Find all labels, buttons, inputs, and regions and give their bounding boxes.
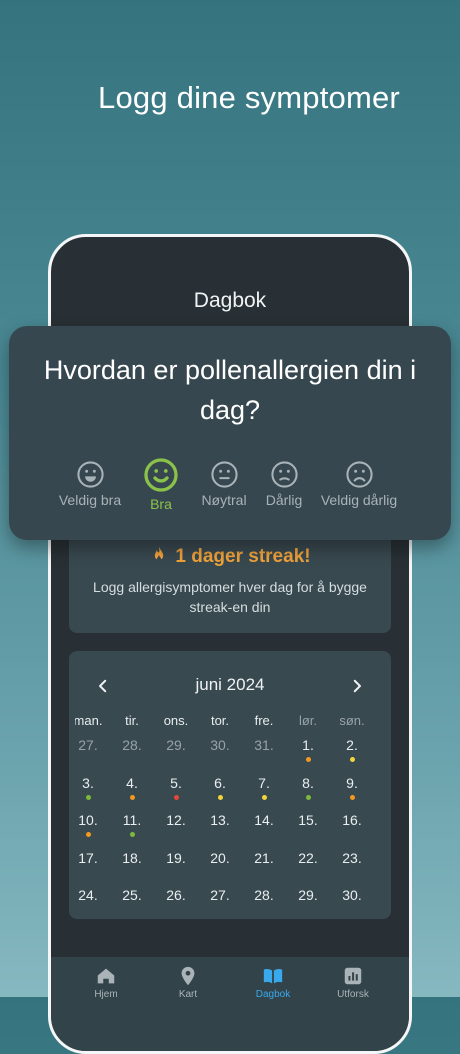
calendar-day[interactable]: 7.	[242, 775, 286, 800]
tab-kart[interactable]: Kart	[153, 965, 223, 1000]
calendar-day[interactable]: 6.	[198, 775, 242, 800]
streak-title: 1 dager streak!	[69, 545, 391, 568]
tab-label: Utforsk	[337, 989, 369, 1000]
calendar-day[interactable]: 4.	[110, 775, 154, 800]
symptom-dot	[85, 794, 91, 800]
weekday-label: tor.	[210, 713, 230, 727]
calendar-day[interactable]: 31.	[242, 737, 286, 753]
calendar-day[interactable]: 27.	[66, 737, 110, 753]
calendar-day[interactable]: 9.	[330, 775, 374, 800]
calendar-day[interactable]: 23.	[330, 850, 374, 866]
chart-icon	[318, 965, 388, 987]
weekday-label: ons.	[163, 713, 189, 727]
calendar-day[interactable]: 2.	[330, 737, 374, 762]
streak-card: 1 dager streak! Logg allergisymptomer hv…	[69, 527, 391, 633]
calendar-day[interactable]: 28.	[242, 887, 286, 903]
calendar-day[interactable]: 22.	[286, 850, 330, 866]
calendar-day[interactable]: 26.	[154, 887, 198, 903]
map-pin-icon	[153, 965, 223, 987]
tab-label: Hjem	[94, 989, 118, 1000]
calendar-day[interactable]: 3.	[66, 775, 110, 800]
flame-icon	[155, 546, 164, 562]
calendar-day[interactable]: 12.	[154, 812, 198, 828]
headline: Logg dine symptomer	[98, 80, 400, 115]
symptom-dot	[217, 794, 223, 800]
symptom-dot	[129, 794, 135, 800]
symptom-dot	[305, 794, 311, 800]
calendar-day[interactable]: 27.	[198, 887, 242, 903]
very-sad-face-icon	[309, 460, 409, 489]
mood-option[interactable]: Veldig dårlig	[309, 460, 409, 508]
calendar-day[interactable]: 8.	[286, 775, 330, 800]
symptom-dot	[261, 794, 267, 800]
mood-prompt-card: Hvordan er pollenallergien din i dag? Ve…	[9, 326, 451, 540]
calendar-day[interactable]: 20.	[198, 850, 242, 866]
weekday-label: tir.	[125, 713, 139, 727]
symptom-dot	[349, 757, 355, 762]
tab-utforsk[interactable]: Utforsk	[318, 965, 388, 1000]
calendar-day[interactable]: 17.	[66, 850, 110, 866]
tab-hjem[interactable]: Hjem	[71, 965, 141, 1000]
symptom-dot	[173, 794, 179, 800]
calendar-month: juni 2024	[195, 675, 265, 694]
calendar-day[interactable]: 19.	[154, 850, 198, 866]
calendar-day[interactable]: 29.	[286, 887, 330, 903]
weekday-label: man.	[75, 713, 103, 727]
calendar-day[interactable]: 25.	[110, 887, 154, 903]
calendar-day[interactable]: 11.	[110, 812, 154, 837]
calendar-day[interactable]: 30.	[330, 887, 374, 903]
weekday-label: søn.	[339, 713, 365, 727]
page-title: Dagbok	[193, 289, 267, 312]
tab-dagbok[interactable]: Dagbok	[238, 965, 308, 1000]
calendar-day[interactable]: 16.	[330, 812, 374, 828]
symptom-dot	[85, 832, 91, 837]
calendar-day[interactable]: 5.	[154, 775, 198, 800]
chevron-right-icon	[353, 679, 361, 693]
calendar-day[interactable]: 15.	[286, 812, 330, 828]
calendar-day[interactable]: 1.	[286, 737, 330, 762]
tab-label: Kart	[178, 989, 198, 1000]
calendar-day[interactable]: 24.	[66, 887, 110, 903]
bottom-tab-bar: Hjem Kart Dagbok Utforsk	[51, 957, 409, 1051]
calendar-day[interactable]: 10.	[66, 812, 110, 837]
streak-description: Logg allergisymptomer hver dag for å byg…	[93, 579, 367, 615]
next-month-button[interactable]	[345, 675, 369, 697]
calendar-day[interactable]: 14.	[242, 812, 286, 828]
book-icon	[238, 965, 308, 987]
weekday-label: lør.	[298, 713, 318, 727]
calendar-day[interactable]: 21.	[242, 850, 286, 866]
mood-question: Hvordan er pollenallergien din i dag?	[43, 355, 417, 425]
calendar-day[interactable]: 28.	[110, 737, 154, 753]
symptom-dot	[129, 832, 135, 837]
calendar-day[interactable]: 13.	[198, 812, 242, 828]
calendar-card: juni 2024 man. tir. ons. tor. fre. lør. søn. 2…	[69, 651, 391, 919]
calendar-day[interactable]: 30.	[198, 737, 242, 753]
weekday-header: man. tir. ons. tor. fre. lør. søn.	[75, 713, 385, 727]
mood-option-label: Veldig dårlig	[320, 492, 398, 508]
calendar-day[interactable]: 29.	[154, 737, 198, 753]
calendar-day[interactable]: 18.	[110, 850, 154, 866]
symptom-dot	[349, 794, 355, 800]
tab-label: Dagbok	[255, 989, 291, 1000]
weekday-label: fre.	[254, 713, 274, 727]
symptom-dot	[305, 757, 311, 762]
home-icon	[71, 965, 141, 987]
calendar-header: juni 2024	[69, 675, 391, 697]
